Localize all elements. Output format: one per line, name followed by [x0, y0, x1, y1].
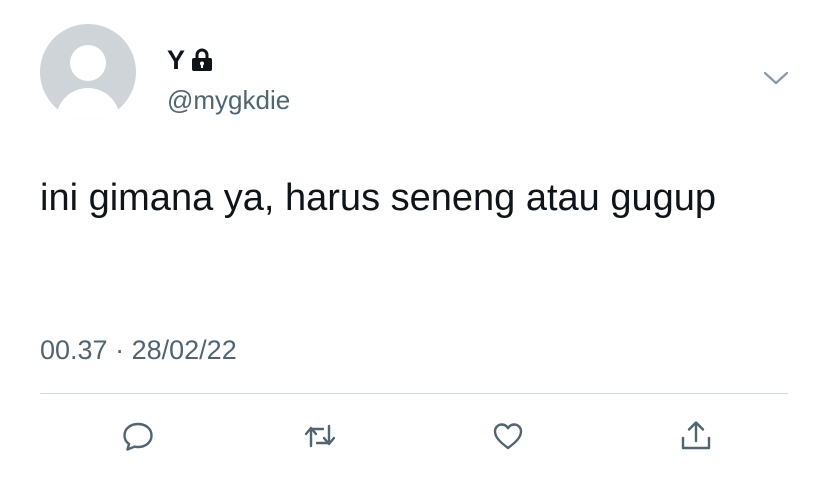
tweet-time: 00.37 — [40, 335, 108, 365]
reply-icon — [123, 422, 153, 451]
retweet-icon — [304, 424, 336, 448]
reply-button[interactable] — [118, 416, 158, 456]
lock-icon — [192, 48, 213, 71]
avatar-body-shape — [56, 88, 120, 120]
like-button[interactable] — [488, 416, 528, 456]
divider — [40, 393, 788, 394]
avatar[interactable] — [40, 24, 136, 120]
heart-icon — [493, 423, 523, 450]
tweet-text: ini gimana ya, harus seneng atau gugup — [40, 177, 717, 219]
author-name-row[interactable]: Y — [167, 44, 213, 76]
meta-separator: · — [115, 335, 125, 365]
tweet-date: 28/02/22 — [131, 335, 237, 365]
share-icon — [681, 421, 711, 450]
avatar-head-shape — [70, 45, 106, 81]
chevron-down-icon[interactable] — [760, 64, 792, 92]
author-handle[interactable]: @mygkdie — [167, 84, 290, 116]
tweet-timestamp[interactable]: 00.37 · 28/02/22 — [40, 334, 237, 366]
retweet-button[interactable] — [300, 416, 340, 456]
author-name[interactable]: Y — [167, 44, 185, 76]
share-button[interactable] — [676, 416, 716, 456]
